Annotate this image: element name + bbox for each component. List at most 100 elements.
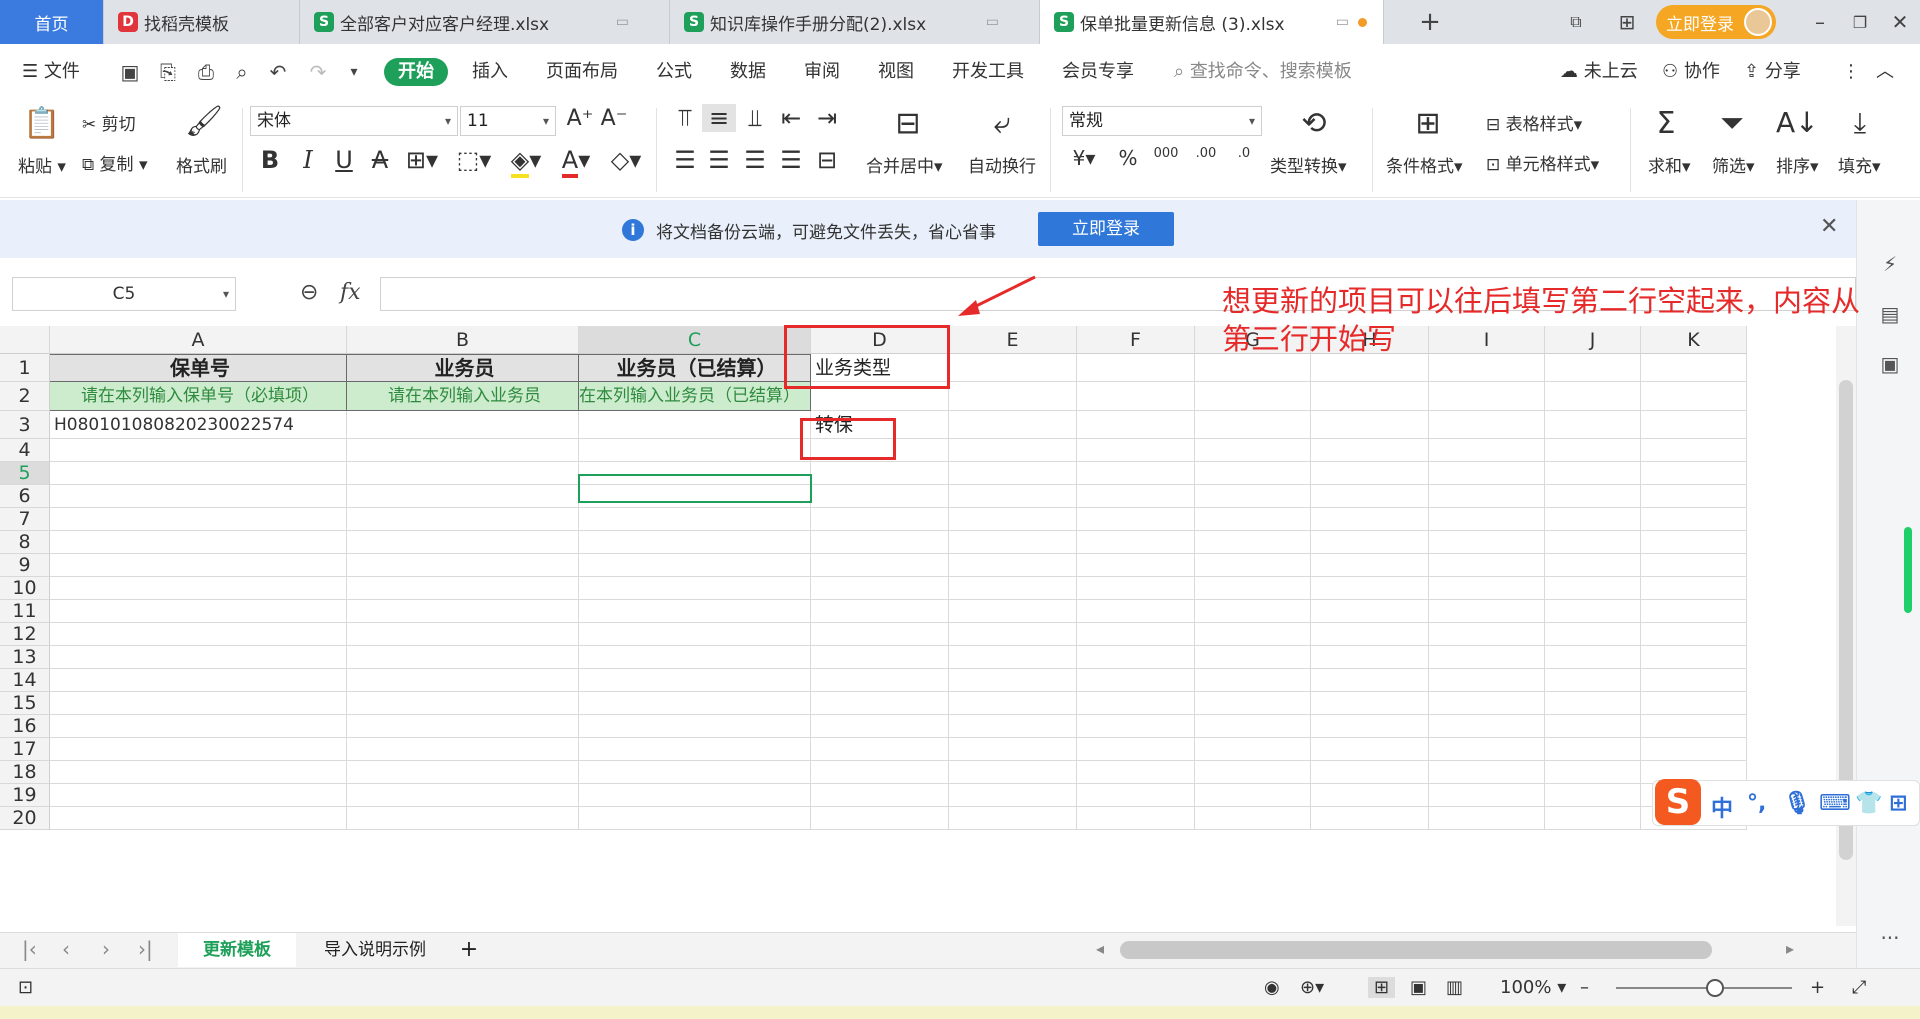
grid-cell[interactable] [347, 600, 579, 623]
increase-indent-icon[interactable]: ⇥ [812, 104, 842, 132]
font-color-icon[interactable]: A▾ [556, 146, 596, 178]
row-header-11[interactable]: 11 [0, 600, 50, 623]
grid-cell[interactable] [1641, 485, 1747, 508]
zoom-formula-icon[interactable]: ⊖ [300, 280, 318, 305]
conditional-format-icon[interactable]: ⊞ [1406, 106, 1450, 141]
grid-cell[interactable] [1641, 554, 1747, 577]
grid-cell[interactable] [811, 807, 949, 830]
grid-cell[interactable] [579, 439, 811, 462]
type-convert-icon[interactable]: ⟲ [1292, 106, 1336, 141]
grid-cell[interactable] [1641, 715, 1747, 738]
add-sheet-button[interactable]: + [452, 933, 486, 967]
grid-cell[interactable] [347, 761, 579, 784]
vertical-scrollbar[interactable] [1836, 326, 1856, 926]
grid-cell[interactable] [1311, 354, 1429, 382]
grid-cell[interactable] [1429, 600, 1545, 623]
align-top-icon[interactable]: ⫪ [670, 104, 700, 132]
align-middle-icon[interactable]: ≡ [702, 104, 736, 132]
column-header-C[interactable]: C [579, 326, 811, 354]
grid-cell[interactable] [811, 508, 949, 531]
grid-cell[interactable] [1311, 761, 1429, 784]
grid-cell[interactable] [949, 692, 1077, 715]
grid-cell[interactable] [1545, 600, 1641, 623]
grid-cell[interactable] [811, 462, 949, 485]
row-header-20[interactable]: 20 [0, 807, 50, 830]
grid-cell[interactable] [1429, 531, 1545, 554]
grid-cell[interactable] [50, 623, 347, 646]
grid-cell[interactable] [50, 784, 347, 807]
grid-cell[interactable] [579, 508, 811, 531]
collab-button[interactable]: ⚇ 协作 [1662, 58, 1720, 86]
row-header-5[interactable]: 5 [0, 462, 50, 485]
paste-icon[interactable]: 📋 [20, 106, 64, 141]
row-header-7[interactable]: 7 [0, 508, 50, 531]
grid-cell[interactable] [347, 692, 579, 715]
menu-data[interactable]: 数据 [730, 58, 766, 86]
macro-record-icon[interactable]: ⊡ [18, 977, 33, 998]
ime-mode[interactable]: 中 [1711, 791, 1733, 823]
freeze-panes-icon[interactable]: ⊕▾ [1300, 977, 1324, 998]
fullscreen-icon[interactable]: ⤢ [1852, 977, 1866, 998]
new-tab-plus-icon[interactable]: + [1410, 0, 1450, 44]
grid-cell[interactable] [347, 411, 579, 439]
grid-cell[interactable] [347, 646, 579, 669]
grid-cell[interactable] [347, 577, 579, 600]
more-options-icon[interactable]: ⋮ [1842, 58, 1860, 86]
grid-cell[interactable] [811, 623, 949, 646]
row-header-1[interactable]: 1 [0, 354, 50, 382]
grid-cell[interactable] [1429, 354, 1545, 382]
sum-button[interactable]: 求和▾ [1648, 152, 1691, 177]
print-icon[interactable]: ⎙ [192, 58, 220, 86]
grid-cell[interactable] [347, 485, 579, 508]
cell-B1[interactable]: 业务员 [347, 354, 579, 382]
grid-cell[interactable] [579, 807, 811, 830]
grid-cell[interactable] [1077, 485, 1195, 508]
row-header-12[interactable]: 12 [0, 623, 50, 646]
grid-cell[interactable] [949, 382, 1077, 411]
underline-icon[interactable]: U [330, 146, 358, 174]
bold-icon[interactable]: B [256, 146, 284, 174]
eye-protection-icon[interactable]: ◉ [1264, 977, 1280, 998]
smart-tool-icon[interactable]: ⚡ [1877, 252, 1903, 278]
merge-center-icon[interactable]: ⊟ [886, 106, 930, 141]
sort-button[interactable]: 排序▾ [1776, 152, 1819, 177]
grid-cell[interactable] [949, 600, 1077, 623]
grid-cell[interactable] [50, 577, 347, 600]
grid-cell[interactable] [50, 692, 347, 715]
grid-cell[interactable] [50, 600, 347, 623]
grid-cell[interactable] [1429, 623, 1545, 646]
menu-member[interactable]: 会员专享 [1062, 58, 1134, 86]
redo-icon[interactable]: ↷ [304, 58, 332, 86]
grid-cell[interactable] [811, 715, 949, 738]
fill-button[interactable]: 填充▾ [1838, 152, 1881, 177]
cell-A1[interactable]: 保单号 [50, 354, 347, 382]
grid-cell[interactable] [1311, 600, 1429, 623]
grid-cell[interactable] [1641, 577, 1747, 600]
grid-cell[interactable] [949, 623, 1077, 646]
page-layout-view-icon[interactable]: ▣ [1410, 977, 1427, 998]
column-header-F[interactable]: F [1077, 326, 1195, 354]
cut-button[interactable]: ✂ 剪切 [82, 110, 136, 135]
grid-cell[interactable] [1195, 382, 1311, 411]
grid-cell[interactable] [50, 669, 347, 692]
grid-cell[interactable] [1545, 761, 1641, 784]
toolbox-icon[interactable]: ⊞ [1889, 791, 1907, 816]
grid-cell[interactable] [1545, 669, 1641, 692]
export-icon[interactable]: ⎘ [154, 58, 182, 86]
grid-cell[interactable] [347, 462, 579, 485]
grid-cell[interactable] [1545, 354, 1641, 382]
grid-cell[interactable] [949, 462, 1077, 485]
grid-cell[interactable] [1429, 411, 1545, 439]
table-style-button[interactable]: ⊟ 表格样式▾ [1486, 110, 1582, 135]
grid-cell[interactable] [579, 646, 811, 669]
notice-login-button[interactable]: 立即登录 [1038, 212, 1174, 246]
row-header-6[interactable]: 6 [0, 485, 50, 508]
conditional-format-button[interactable]: 条件格式▾ [1386, 152, 1463, 177]
grid-cell[interactable] [1641, 692, 1747, 715]
grid-cell[interactable] [811, 692, 949, 715]
grid-cell[interactable] [347, 623, 579, 646]
first-sheet-icon[interactable]: |‹ [22, 937, 37, 961]
grid-cell[interactable] [579, 623, 811, 646]
grid-cell[interactable] [50, 462, 347, 485]
grid-cell[interactable] [1311, 692, 1429, 715]
